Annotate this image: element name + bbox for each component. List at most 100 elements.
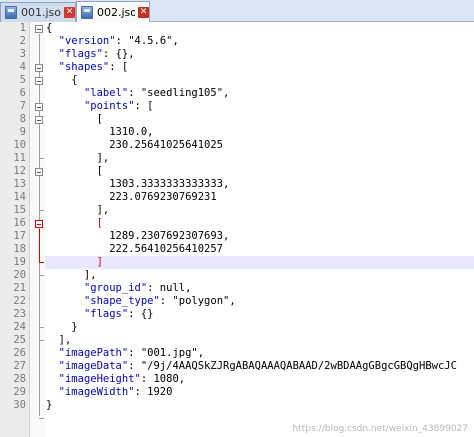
line-number: 2 xyxy=(19,35,26,47)
code-token: ], xyxy=(46,152,110,164)
code-line[interactable]: 28 "imageHeight": 1080, xyxy=(0,373,474,386)
json-key: "shapes" xyxy=(58,61,110,73)
tab-001-json[interactable]: 001.json ✕ xyxy=(0,2,76,22)
line-number: 15 xyxy=(13,204,26,216)
code-token: 230.25641025641025 xyxy=(46,139,224,151)
fold-guide xyxy=(39,229,40,262)
code-token: ], xyxy=(46,269,97,281)
code-line[interactable]: 6 "label": "seedling105", xyxy=(0,87,474,100)
code-line[interactable]: 12 [ xyxy=(0,165,474,178)
tab-002-json[interactable]: 002.json ✕ xyxy=(76,1,150,23)
line-number: 19 xyxy=(13,256,26,268)
code-line[interactable]: 4 "shapes": [ xyxy=(0,61,474,74)
code-line[interactable]: 19 ] xyxy=(0,256,474,269)
line-number: 24 xyxy=(13,321,26,333)
code-line[interactable]: 15 ], xyxy=(0,204,474,217)
code-editor[interactable]: 1{2 "version": "4.5.6", 3 "flags": {}, 4 "… xyxy=(0,22,474,437)
code-line[interactable]: 21 "group_id": null, xyxy=(0,282,474,295)
code-line[interactable]: 25 ], xyxy=(0,334,474,347)
line-number: 27 xyxy=(13,360,26,372)
code-token: : {} xyxy=(128,308,154,320)
file-save-icon xyxy=(5,6,17,19)
fold-end-marker xyxy=(39,210,44,211)
fold-toggle-icon[interactable] xyxy=(35,77,43,85)
line-text: "shape_type": "polygon", xyxy=(46,295,236,308)
code-token: ], xyxy=(46,204,110,216)
fold-toggle-icon[interactable] xyxy=(35,103,43,111)
line-text: } xyxy=(46,399,52,412)
line-number: 10 xyxy=(13,139,26,151)
fold-toggle-icon[interactable] xyxy=(35,168,43,176)
line-text: 1303.3333333333333, xyxy=(46,178,229,191)
code-line[interactable]: 9 1310.0, xyxy=(0,126,474,139)
code-line[interactable]: 14 223.0769230769231 xyxy=(0,191,474,204)
json-key: "points" xyxy=(83,100,135,112)
line-text: ], xyxy=(46,152,110,165)
line-number: 7 xyxy=(19,100,26,112)
line-number: 4 xyxy=(19,61,26,73)
code-line[interactable]: 7 "points": [ xyxy=(0,100,474,113)
fold-toggle-icon[interactable] xyxy=(35,64,43,72)
line-text: "imageData": "/9j/4AAQSkZJRgABAQAAAQABAA… xyxy=(46,360,457,373)
line-text: [ xyxy=(46,113,103,126)
code-line[interactable]: 1{ xyxy=(0,22,474,35)
code-line[interactable]: 22 "shape_type": "polygon", xyxy=(0,295,474,308)
code-line[interactable]: 2 "version": "4.5.6", xyxy=(0,35,474,48)
line-number: 13 xyxy=(13,178,26,190)
line-number: 6 xyxy=(19,87,26,99)
close-icon[interactable]: ✕ xyxy=(138,7,149,18)
code-line[interactable]: 29 "imageWidth": 1920 xyxy=(0,386,474,399)
line-text: 1289.2307692307693, xyxy=(46,230,229,243)
line-number: 9 xyxy=(19,126,26,138)
code-line[interactable]: 11 ], xyxy=(0,152,474,165)
code-line[interactable]: 8 [ xyxy=(0,113,474,126)
code-token: : "4.5.6", xyxy=(115,35,179,47)
line-text: "imageHeight": 1080, xyxy=(46,373,185,386)
code-line[interactable]: 16 [ xyxy=(0,217,474,230)
line-text: "flags": {} xyxy=(46,308,154,321)
line-number: 30 xyxy=(13,399,26,411)
code-token: : "001.jpg", xyxy=(128,347,205,359)
code-token: } xyxy=(46,321,78,333)
line-text: "version": "4.5.6", xyxy=(46,35,179,48)
fold-toggle-icon[interactable] xyxy=(35,116,43,124)
code-token: { xyxy=(46,22,53,34)
code-token: : null, xyxy=(147,282,192,294)
code-line[interactable]: 26 "imagePath": "001.jpg", xyxy=(0,347,474,360)
line-number: 11 xyxy=(13,152,26,164)
fold-toggle-icon[interactable] xyxy=(35,220,43,228)
code-line[interactable]: 17 1289.2307692307693, xyxy=(0,230,474,243)
line-text: "points": [ xyxy=(46,100,154,113)
code-token: 1310.0, xyxy=(46,126,154,138)
code-line[interactable]: 3 "flags": {}, xyxy=(0,48,474,61)
code-token: : "/9j/4AAQSkZJRgABAQAAAQABAAD/2wBDAAgGB… xyxy=(128,360,457,372)
code-token: 222.56410256410257 xyxy=(46,243,224,255)
line-number: 8 xyxy=(19,113,26,125)
code-line[interactable]: 13 1303.3333333333333, xyxy=(0,178,474,191)
code-line[interactable]: 10 230.25641025641025 xyxy=(0,139,474,152)
file-save-icon xyxy=(81,6,93,19)
line-text: "flags": {}, xyxy=(46,48,135,61)
line-number: 17 xyxy=(13,230,26,242)
code-line[interactable]: 27 "imageData": "/9j/4AAQSkZJRgABAQAAAQA… xyxy=(0,360,474,373)
code-line[interactable]: 18 222.56410256410257 xyxy=(0,243,474,256)
code-line[interactable]: 5 { xyxy=(0,74,474,87)
code-token: 1303.3333333333333, xyxy=(46,178,230,190)
code-line[interactable]: 24 } xyxy=(0,321,474,334)
code-line[interactable]: 23 "flags": {} xyxy=(0,308,474,321)
close-icon[interactable]: ✕ xyxy=(64,7,75,18)
line-text: "shapes": [ xyxy=(46,61,129,74)
fold-toggle-icon[interactable] xyxy=(35,25,43,33)
fold-end-marker xyxy=(39,262,44,263)
code-line[interactable]: 30} xyxy=(0,399,474,412)
line-number: 5 xyxy=(19,74,26,86)
watermark: https://blog.csdn.net/weixin_43899027 xyxy=(292,424,468,434)
line-number: 14 xyxy=(13,191,26,203)
line-number: 12 xyxy=(13,165,26,177)
line-text: { xyxy=(46,74,77,87)
code-line[interactable]: 20 ], xyxy=(0,269,474,282)
